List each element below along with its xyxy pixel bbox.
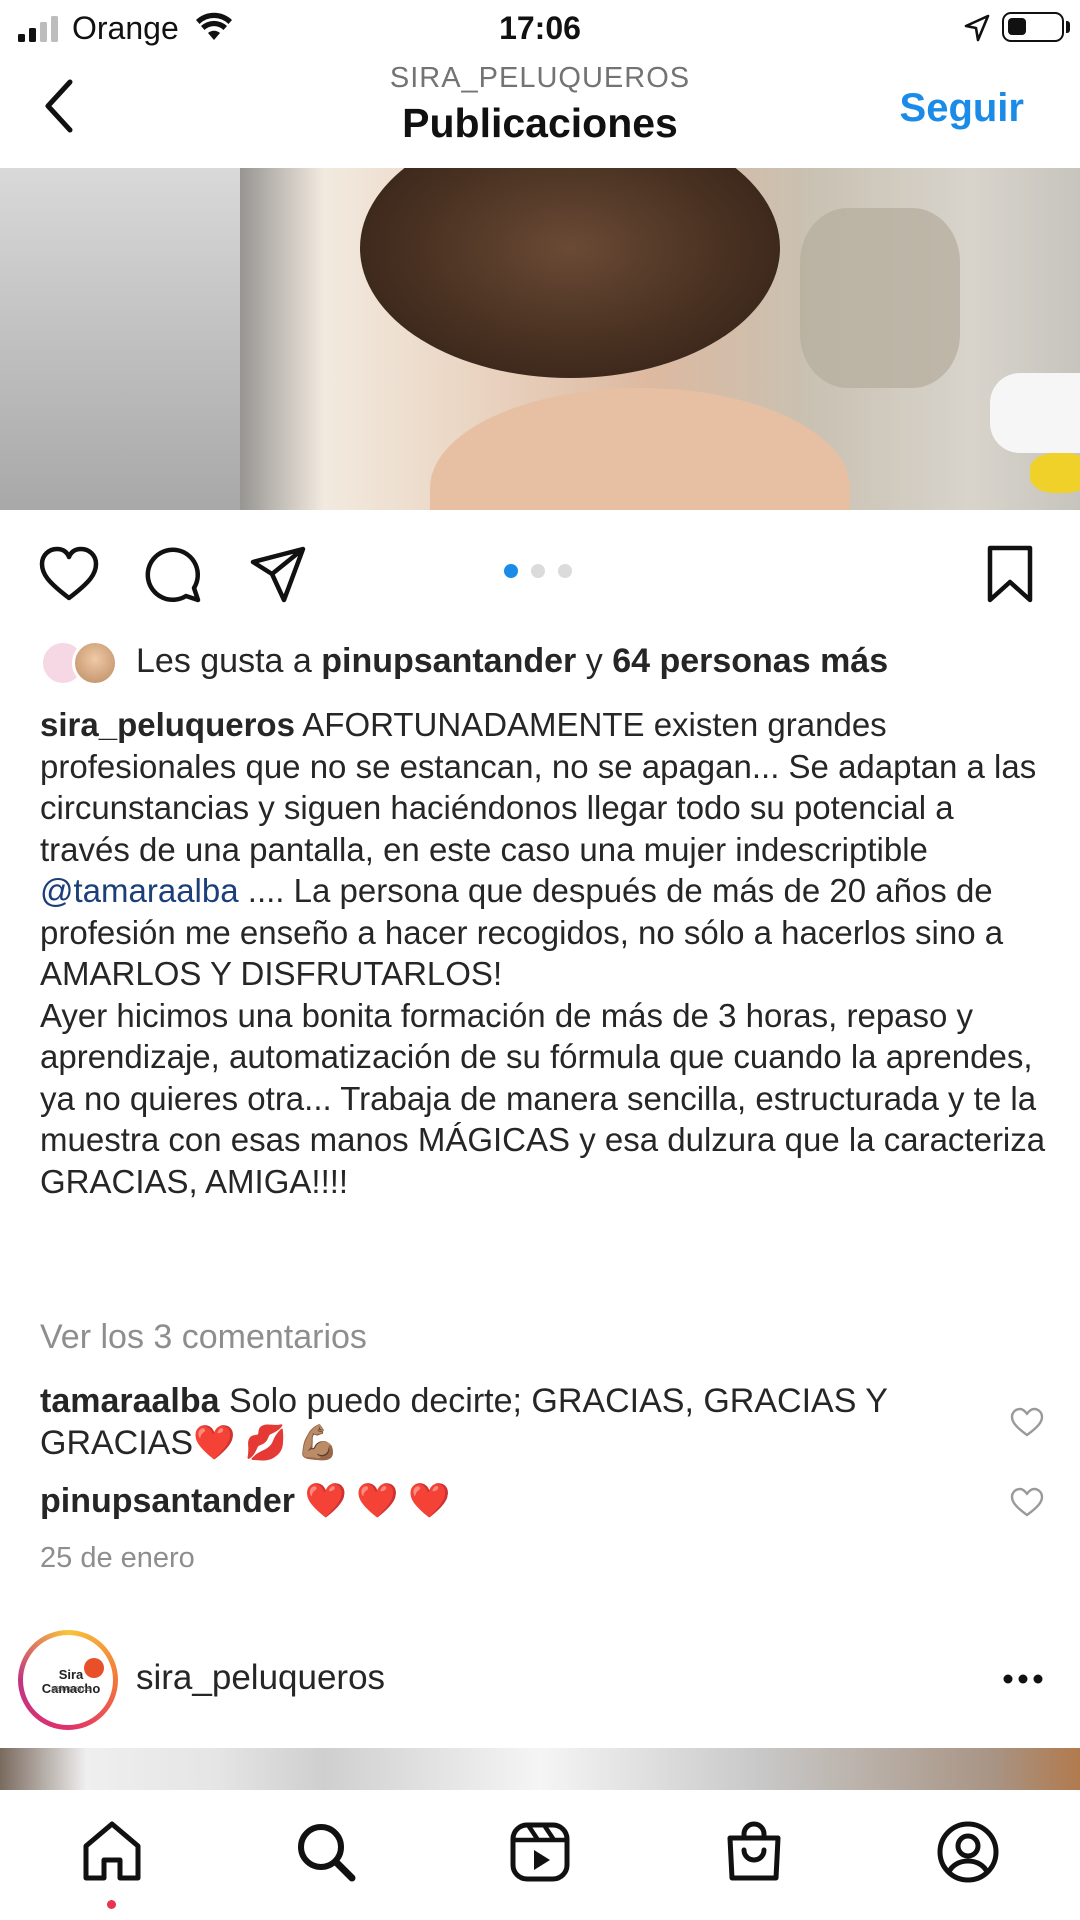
reels-icon[interactable] — [508, 1820, 572, 1884]
comment-like-heart-icon[interactable] — [1010, 1486, 1044, 1518]
liker-avatar[interactable] — [72, 640, 118, 686]
location-arrow-icon — [964, 14, 990, 42]
profile-icon[interactable] — [936, 1820, 1000, 1884]
post-date: 25 de enero — [40, 1542, 195, 1574]
home-notification-dot — [107, 1900, 116, 1909]
carousel-dot-active — [504, 564, 518, 578]
next-post-avatar[interactable]: Sira Camacho peluqueros — [18, 1630, 118, 1730]
photo-subject-shoulder — [430, 388, 850, 510]
home-icon[interactable] — [80, 1820, 144, 1884]
save-bookmark-icon[interactable] — [984, 544, 1036, 604]
avatar-inner: Sira Camacho peluqueros — [23, 1635, 113, 1725]
battery-cap — [1066, 21, 1070, 33]
more-options-icon[interactable] — [1002, 1672, 1044, 1686]
caption-paragraph: sira_peluqueros AFORTUNADAMENTE existen … — [40, 704, 1050, 995]
likes-middle: y — [576, 642, 613, 680]
photo-background-object — [990, 373, 1080, 453]
photo-background-object — [1030, 453, 1080, 493]
post-photo[interactable] — [0, 168, 1080, 510]
view-comments-link[interactable]: Ver los 3 comentarios — [40, 1318, 367, 1357]
photo-background-object — [800, 208, 960, 388]
like-heart-icon[interactable] — [38, 544, 100, 604]
likes-user-link[interactable]: pinupsantander — [321, 642, 576, 680]
caption-paragraph: Ayer hicimos una bonita formación de más… — [40, 996, 1046, 1159]
comment-username[interactable]: tamaraalba — [40, 1382, 220, 1420]
caption-mention-link[interactable]: @tamaraalba — [40, 872, 239, 909]
shop-icon[interactable] — [722, 1820, 786, 1884]
bottom-tab-bar — [0, 1790, 1080, 1920]
comment-username[interactable]: pinupsantander — [40, 1482, 295, 1520]
clock: 17:06 — [499, 10, 581, 46]
next-post-username[interactable]: sira_peluqueros — [136, 1658, 385, 1698]
carousel-indicator — [504, 564, 576, 580]
carousel-dot — [558, 564, 572, 578]
comment-row: pinupsantander ❤️ ❤️ ❤️ — [40, 1480, 980, 1522]
comment-text: ❤️ ❤️ ❤️ — [295, 1482, 451, 1520]
post-caption: sira_peluqueros AFORTUNADAMENTE existen … — [40, 704, 1050, 1202]
photo-wall — [0, 168, 240, 510]
likes-summary[interactable]: Les gusta a pinupsantander y 64 personas… — [136, 642, 888, 681]
photo-subject-hair — [360, 168, 780, 378]
next-post-photo[interactable] — [0, 1748, 1080, 1790]
carousel-dot — [531, 564, 545, 578]
comment-like-heart-icon[interactable] — [1010, 1406, 1044, 1438]
caption-username[interactable]: sira_peluqueros — [40, 706, 295, 743]
battery-icon — [1002, 12, 1064, 42]
follow-button[interactable]: Seguir — [900, 86, 1024, 131]
avatar-logo-subtext: peluqueros — [51, 1684, 91, 1693]
status-bar: Orange 17:06 — [0, 0, 1080, 54]
comment-icon[interactable] — [144, 544, 202, 604]
likes-others-link[interactable]: 64 personas más — [612, 642, 888, 680]
share-send-icon[interactable] — [248, 544, 308, 604]
caption-paragraph: GRACIAS, AMIGA!!!! — [40, 1162, 349, 1200]
search-icon[interactable] — [294, 1820, 358, 1884]
likes-prefix: Les gusta a — [136, 642, 322, 680]
comment-row: tamaraalba Solo puedo decirte; GRACIAS, … — [40, 1380, 980, 1464]
